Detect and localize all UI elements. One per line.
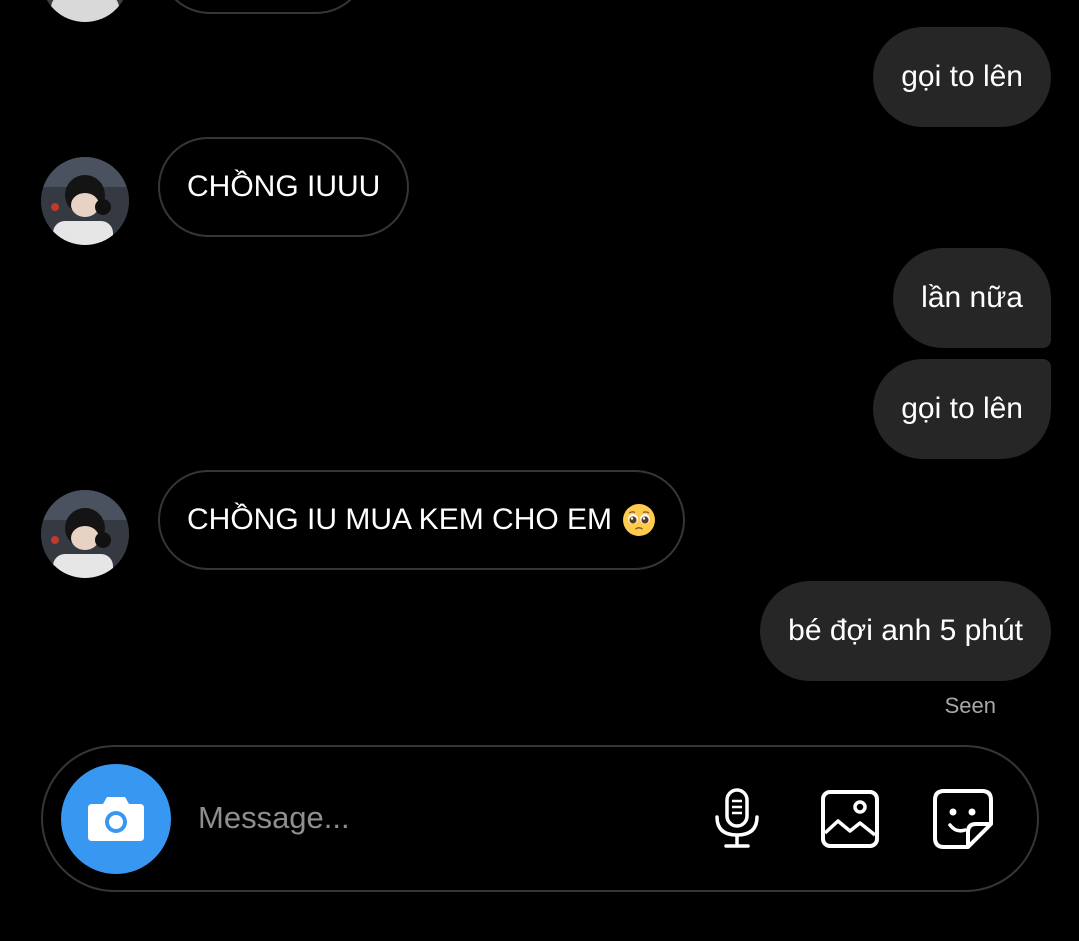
message-text: gọi to lên: [901, 60, 1023, 93]
camera-button[interactable]: [61, 764, 171, 874]
camera-icon: [88, 797, 144, 841]
partial-incoming-bubble: [158, 0, 368, 14]
image-icon: [821, 790, 879, 848]
message-text: gọi to lên: [901, 392, 1023, 425]
sender-avatar[interactable]: [41, 157, 129, 245]
message-text: bé đợi anh 5 phút: [788, 614, 1023, 647]
outgoing-message[interactable]: bé đợi anh 5 phút: [760, 581, 1051, 681]
message-input[interactable]: [198, 793, 678, 843]
avatar-photo-icon: [41, 490, 129, 578]
outgoing-message[interactable]: lần nữa: [893, 248, 1051, 348]
gallery-button[interactable]: [818, 787, 882, 851]
sticker-button[interactable]: [931, 787, 995, 851]
voice-message-button[interactable]: [705, 787, 769, 851]
message-composer: [41, 745, 1039, 892]
avatar-photo-icon: [41, 0, 129, 22]
seen-status: Seen: [944, 693, 996, 718]
incoming-message[interactable]: CHỒNG IUUU: [158, 137, 410, 237]
message-text: CHỒNG IU MUA KEM CHO EM: [187, 503, 613, 536]
outgoing-message[interactable]: gọi to lên: [873, 27, 1051, 127]
sender-avatar[interactable]: [41, 490, 129, 578]
microphone-icon: [715, 788, 759, 848]
sticker-icon: [933, 789, 993, 849]
partial-avatar[interactable]: [41, 0, 129, 22]
message-text: CHỒNG IUUU: [187, 170, 381, 203]
incoming-message[interactable]: CHỒNG IU MUA KEM CHO EM: [158, 470, 686, 570]
message-text: lần nữa: [921, 281, 1023, 314]
avatar-photo-icon: [41, 157, 129, 245]
outgoing-message[interactable]: gọi to lên: [873, 359, 1051, 459]
pleading-face-emoji-icon: [623, 504, 656, 536]
